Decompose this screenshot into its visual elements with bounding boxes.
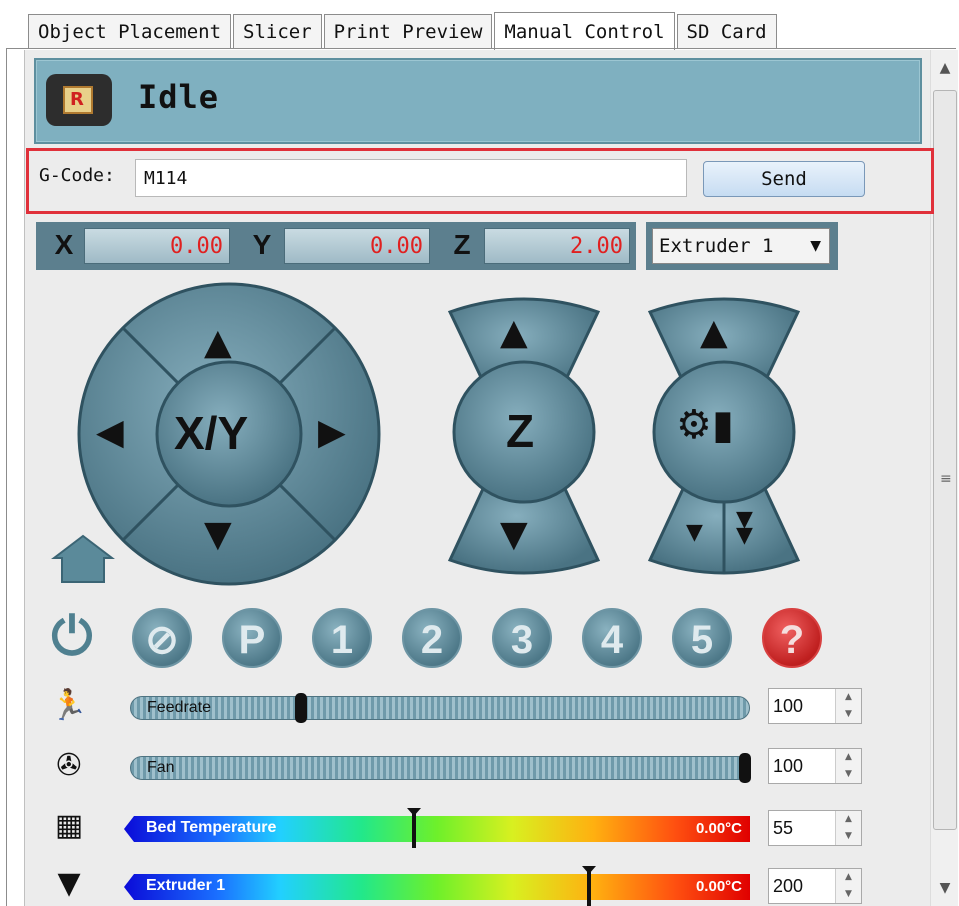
feedrate-spinner-icon[interactable]: ▲ ▼ <box>835 689 861 723</box>
feedrate-input[interactable]: 100 ▲ ▼ <box>768 688 862 724</box>
z-axis-label: Z <box>453 229 471 260</box>
tab-divider <box>6 48 956 49</box>
feedrate-value: 100 <box>773 696 804 716</box>
y-axis-label: Y <box>252 229 272 260</box>
feedrate-slider[interactable]: Feedrate <box>130 693 750 723</box>
status-header: R Idle <box>34 58 922 144</box>
feedrate-slider-handle[interactable] <box>295 693 308 723</box>
extruder-spinner-icon[interactable]: ▲ ▼ <box>835 869 861 903</box>
send-button[interactable]: Send <box>703 161 865 197</box>
extruder-select-value: Extruder 1 <box>659 235 774 257</box>
fan-slider-handle[interactable] <box>739 753 751 783</box>
extrude-small-arrow-icon[interactable]: ▼ <box>686 520 703 545</box>
tab-slicer[interactable]: Slicer <box>233 14 322 48</box>
y-plus-arrow-icon[interactable]: ▲ <box>204 322 232 363</box>
fan-input[interactable]: 100 ▲ ▼ <box>768 748 862 784</box>
bed-spinner-icon[interactable]: ▲ ▼ <box>835 811 861 845</box>
bed-target-input[interactable]: 55 ▲ ▼ <box>768 810 862 846</box>
z-home-button[interactable]: Z <box>506 404 534 458</box>
preset-5-icon[interactable]: 5 <box>672 608 732 668</box>
park-icon[interactable]: P <box>222 608 282 668</box>
feedrate-label: Feedrate <box>147 699 212 716</box>
bed-current-temperature: 0.00°C <box>695 820 742 837</box>
preset-1-icon[interactable]: 1 <box>312 608 372 668</box>
bed-target-marker[interactable] <box>406 808 421 848</box>
chevron-down-icon[interactable]: ▼ <box>810 229 821 263</box>
coordinate-display: X 0.00 Y 0.00 Z 2.00 <box>36 222 636 270</box>
vertical-scrollbar[interactable]: ▲ ≡ ▼ <box>930 50 958 906</box>
y-minus-arrow-icon[interactable]: ▼ <box>204 514 232 555</box>
x-axis-label: X <box>54 229 74 260</box>
tab-object-placement[interactable]: Object Placement <box>28 14 232 48</box>
x-plus-arrow-icon[interactable]: ▶ <box>318 412 346 453</box>
fan-icon[interactable]: ✇ <box>44 748 94 788</box>
scrollbar-thumb[interactable]: ≡ <box>933 90 957 830</box>
help-icon[interactable]: ? <box>762 608 822 668</box>
stop-motors-icon[interactable]: ⊘ <box>132 608 192 668</box>
extruder-target-input[interactable]: 200 ▲ ▼ <box>768 868 862 904</box>
bed-temperature-slider[interactable]: Bed Temperature 0.00°C <box>124 816 750 842</box>
extrude-retract-arrow-icon[interactable]: ▲ <box>700 312 728 353</box>
preset-3-icon[interactable]: 3 <box>492 608 552 668</box>
gcode-label: G-Code: <box>39 165 115 186</box>
extruder-temperature-label: Extruder 1 <box>146 877 226 894</box>
extruder-gear-icon[interactable]: ⚙▮ <box>676 402 734 448</box>
scroll-down-icon[interactable]: ▼ <box>931 870 959 906</box>
heated-bed-icon[interactable]: ▦ <box>44 808 94 848</box>
extruder-select[interactable]: Extruder 1 ▼ <box>646 222 838 270</box>
left-border <box>6 48 7 906</box>
fan-label: Fan <box>147 759 175 776</box>
bed-temperature-label: Bed Temperature <box>146 819 277 836</box>
x-position-value: 0.00 <box>84 228 230 264</box>
gcode-command-row: G-Code: Send <box>26 148 934 214</box>
tab-bar: Object Placement Slicer Print Preview Ma… <box>28 10 779 50</box>
xy-home-button[interactable]: X/Y <box>174 406 248 460</box>
repetier-logo-icon: R <box>46 74 112 126</box>
extruder-current-temperature: 0.00°C <box>695 878 742 895</box>
scroll-up-icon[interactable]: ▲ <box>931 50 959 86</box>
extruder-temperature-slider[interactable]: Extruder 1 0.00°C <box>124 874 750 900</box>
preset-2-icon[interactable]: 2 <box>402 608 462 668</box>
grip-icon: ≡ <box>940 471 952 487</box>
power-icon[interactable]: ⏻ <box>42 608 102 668</box>
extruder-heater-icon[interactable]: ▼ <box>44 866 94 906</box>
y-position-value: 0.00 <box>284 228 430 264</box>
extruder-target-marker[interactable] <box>582 866 597 906</box>
z-down-arrow-icon[interactable]: ▼ <box>500 514 528 555</box>
z-position-value: 2.00 <box>484 228 630 264</box>
printer-status-text: Idle <box>138 78 220 116</box>
home-icon[interactable] <box>50 532 116 584</box>
z-up-arrow-icon[interactable]: ▲ <box>500 312 528 353</box>
preset-4-icon[interactable]: 4 <box>582 608 642 668</box>
gcode-input[interactable] <box>135 159 687 197</box>
tab-print-preview[interactable]: Print Preview <box>323 14 493 48</box>
feedrate-runner-icon: 🏃 <box>50 688 88 723</box>
extrude-fast-arrow-icon[interactable]: ▼ ▼ <box>736 509 753 547</box>
fan-value: 100 <box>773 756 804 776</box>
fan-slider[interactable]: Fan <box>130 753 751 783</box>
bed-target-value: 55 <box>773 818 794 838</box>
fan-spinner-icon[interactable]: ▲ ▼ <box>835 749 861 783</box>
tab-manual-control[interactable]: Manual Control <box>494 12 675 50</box>
x-minus-arrow-icon[interactable]: ◀ <box>96 412 124 453</box>
extruder-target-value: 200 <box>773 876 804 896</box>
tab-sd-card[interactable]: SD Card <box>676 14 777 48</box>
